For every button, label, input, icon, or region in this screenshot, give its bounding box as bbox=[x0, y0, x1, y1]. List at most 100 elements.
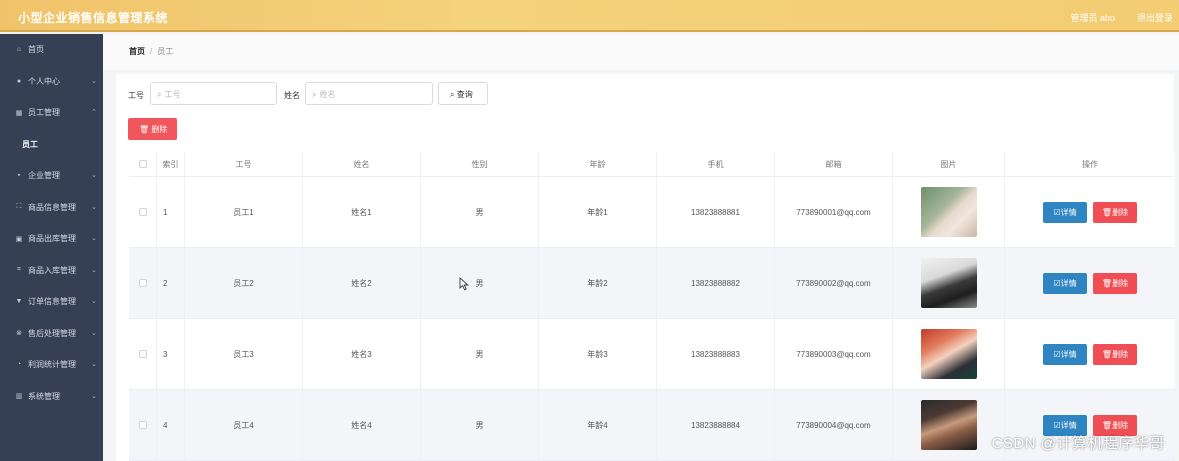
query-button[interactable]: ⌕ 查询 bbox=[438, 82, 488, 105]
batch-delete-button[interactable]: 🗑︎ 删除 bbox=[128, 118, 177, 140]
search-icon: ⌕ bbox=[312, 90, 317, 99]
breadcrumb-home[interactable]: 首页 bbox=[129, 47, 145, 56]
mouse-cursor-icon bbox=[459, 277, 469, 291]
chevron-down-icon: ⌄ bbox=[91, 203, 97, 211]
column-header-phone: 手机 bbox=[657, 152, 775, 176]
row-select-cell bbox=[129, 319, 157, 389]
chart-circle-icon: ◔ bbox=[16, 361, 22, 369]
crop-icon: ⌗ bbox=[17, 266, 21, 274]
column-header-actions: 操作 bbox=[1082, 159, 1098, 169]
watermark: CSDN @计算机程序华哥 bbox=[991, 435, 1165, 452]
search-icon: ⌕ bbox=[450, 90, 457, 99]
admin-user-label: 管理员 abo bbox=[1070, 13, 1115, 23]
building-icon: ▥ bbox=[15, 393, 23, 401]
sidebar-item-1[interactable]: ● 个人中心 ⌄ bbox=[0, 66, 103, 98]
sidebar-item-7[interactable]: ⌗ 商品入库管理 ⌄ bbox=[0, 255, 103, 287]
trash-icon: 🗑︎ bbox=[1101, 420, 1113, 430]
name-search-input[interactable]: ⌕ 姓名 bbox=[305, 82, 433, 105]
emp-id-label: 工号 bbox=[128, 91, 144, 100]
breadcrumb: 首页 / 员工 bbox=[103, 34, 1179, 70]
chevron-down-icon: ⌄ bbox=[91, 392, 97, 400]
trash-icon: 🗑︎ bbox=[139, 125, 152, 134]
sidebar-item-10[interactable]: ◔ 利润统计管理 ⌄ bbox=[0, 349, 103, 381]
app-title: 小型企业销售信息管理系统 bbox=[18, 11, 169, 25]
trash-icon: 🗑︎ bbox=[1101, 349, 1113, 359]
detail-button[interactable]: ☑ 详情 bbox=[1043, 201, 1087, 223]
breadcrumb-separator: / bbox=[150, 47, 153, 56]
employee-photo[interactable] bbox=[920, 258, 977, 308]
actions-cell: ☑ 详情 🗑︎ 删除 bbox=[1005, 319, 1175, 389]
employee-photo[interactable] bbox=[920, 329, 977, 379]
select-all-checkbox[interactable] bbox=[138, 160, 147, 168]
row-delete-button[interactable]: 🗑︎ 删除 bbox=[1093, 201, 1137, 223]
cell-emp_id: 员工4 bbox=[185, 390, 303, 460]
detail-button[interactable]: ☑ 详情 bbox=[1043, 272, 1087, 294]
select-all-cell bbox=[129, 152, 157, 176]
edit-icon: ☑ bbox=[1053, 207, 1061, 217]
cell-name: 姓名2 bbox=[303, 248, 421, 318]
actions-cell: ☑ 详情 🗑︎ 删除 bbox=[1005, 177, 1175, 247]
sidebar-item-label: 首页 bbox=[28, 45, 44, 55]
employee-photo[interactable] bbox=[920, 187, 977, 237]
cell-emp_id: 员工1 bbox=[185, 177, 303, 247]
cell-index: 1 bbox=[157, 177, 185, 247]
row-select-cell bbox=[129, 248, 157, 318]
sidebar-item-label: 订单信息管理 bbox=[28, 297, 76, 307]
breadcrumb-current: 员工 bbox=[157, 47, 174, 56]
row-delete-button[interactable]: 🗑︎ 删除 bbox=[1093, 272, 1137, 294]
cell-emp_id: 员工3 bbox=[185, 319, 303, 389]
sidebar-item-9[interactable]: ⊗ 售后处理管理 ⌄ bbox=[0, 318, 103, 350]
sidebar-item-4[interactable]: ▪ 企业管理 ⌄ bbox=[0, 160, 103, 192]
cell-phone: 13823888883 bbox=[657, 319, 775, 389]
sidebar-item-6[interactable]: ▣ 商品出库管理 ⌄ bbox=[0, 223, 103, 255]
sidebar-item-0[interactable]: ⌂ 首页 bbox=[0, 34, 103, 66]
row-delete-button[interactable]: 🗑︎ 删除 bbox=[1093, 343, 1137, 365]
row-checkbox[interactable] bbox=[138, 208, 147, 216]
row-checkbox[interactable] bbox=[138, 279, 147, 287]
photo-cell bbox=[893, 319, 1005, 389]
sidebar-item-11[interactable]: ▥ 系统管理 ⌄ bbox=[0, 381, 103, 413]
sidebar-item-5[interactable]: ⛶ 商品信息管理 ⌄ bbox=[0, 192, 103, 224]
row-checkbox[interactable] bbox=[138, 350, 147, 358]
cell-phone: 13823888884 bbox=[657, 390, 775, 460]
table-row: 3 员工3 姓名3 男年龄3 13823888883 773890003@qq.com ☑ … bbox=[129, 319, 1175, 390]
cell-index: 4 bbox=[157, 390, 185, 460]
name-placeholder: 姓名 bbox=[319, 90, 336, 99]
top-header-bar: 小型企业销售信息管理系统 管理员 abo 退出登录 bbox=[0, 0, 1179, 32]
row-checkbox[interactable] bbox=[138, 421, 147, 429]
cell-name: 姓名4 bbox=[303, 390, 421, 460]
cell-gender: 男 bbox=[421, 319, 539, 389]
settings-circle-icon: ⊗ bbox=[16, 330, 22, 338]
cell-name: 姓名1 bbox=[303, 177, 421, 247]
chevron-down-icon: ⌄ bbox=[91, 361, 97, 368]
sidebar-item-label: 商品信息管理 bbox=[28, 202, 76, 212]
cell-emp_id: 员工2 bbox=[185, 248, 303, 318]
trash-icon: 🗑︎ bbox=[1101, 278, 1113, 288]
scan-icon: ⛶ bbox=[16, 203, 22, 211]
chevron-down-icon: ⌄ bbox=[91, 329, 97, 337]
sidebar-item-label: 商品入库管理 bbox=[28, 265, 76, 275]
detail-button[interactable]: ☑ 详情 bbox=[1043, 343, 1087, 365]
photo-cell bbox=[893, 177, 1005, 247]
logout-link[interactable]: 退出登录 bbox=[1137, 11, 1173, 24]
cell-age: 年龄1 bbox=[539, 177, 657, 247]
column-header-emp_id: 工号 bbox=[185, 152, 303, 176]
cell-index: 3 bbox=[157, 319, 185, 389]
chevron-down-icon: ⌄ bbox=[91, 172, 97, 179]
emp-id-search-input[interactable]: ⌕ 工号 bbox=[150, 82, 277, 105]
chevron-down-icon: ⌄ bbox=[91, 298, 97, 305]
table-header: 索引 工号 姓名 性别 年龄 手机 邮箱 图片 操作 bbox=[129, 152, 1175, 177]
chevron-down-icon: ⌄ bbox=[91, 266, 97, 274]
sidebar-item-label: 系统管理 bbox=[28, 391, 60, 401]
sidebar-item-8[interactable]: ▼ 订单信息管理 ⌄ bbox=[0, 286, 103, 318]
cell-age: 年龄3 bbox=[539, 319, 657, 389]
employee-photo[interactable] bbox=[920, 400, 977, 450]
table-row: 1 员工1 姓名1 男年龄1 13823888881 773890001@qq.com ☑ … bbox=[129, 177, 1175, 248]
cell-age: 年龄2 bbox=[539, 248, 657, 318]
actions-cell: ☑ 详情 🗑︎ 删除 bbox=[1005, 248, 1175, 318]
cell-gender: 男 bbox=[421, 248, 539, 318]
sidebar-item-2[interactable]: ▦ 员工管理 ⌃ bbox=[0, 97, 103, 129]
delete-label: 删除 bbox=[1112, 207, 1129, 217]
column-header-email: 邮箱 bbox=[775, 152, 893, 176]
sidebar-item-3[interactable]: 员工 bbox=[0, 128, 103, 160]
